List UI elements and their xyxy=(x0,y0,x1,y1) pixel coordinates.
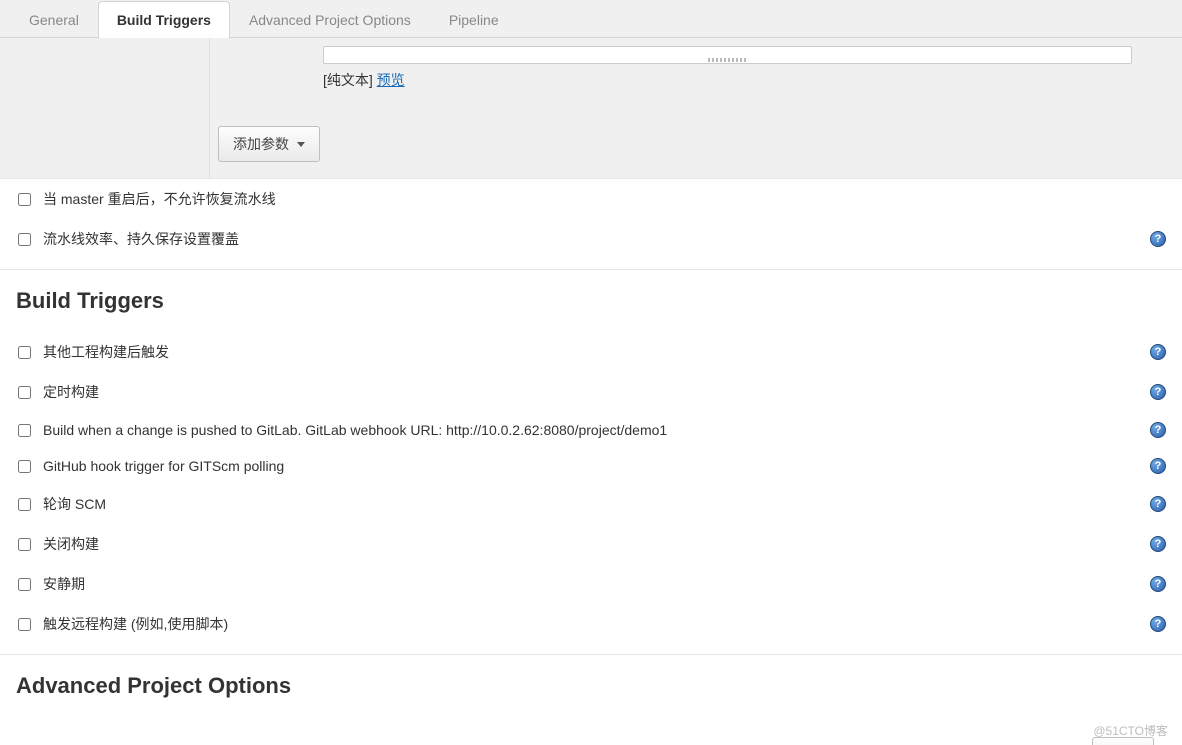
help-icon[interactable]: ? xyxy=(1150,422,1166,438)
option-label: 触发远程构建 (例如,使用脚本) xyxy=(43,614,1138,634)
parameter-description-textarea[interactable] xyxy=(323,46,1132,64)
parameter-panel-sidebar xyxy=(0,38,210,178)
trigger-disable-build: 关闭构建 ? xyxy=(16,524,1166,564)
option-durability-override: 流水线效率、持久保存设置覆盖 ? xyxy=(16,219,1166,259)
section-title-build-triggers: Build Triggers xyxy=(16,270,1166,332)
trigger-after-other-projects: 其他工程构建后触发 ? xyxy=(16,332,1166,372)
tab-general[interactable]: General xyxy=(10,1,98,38)
checkbox-disable-build[interactable] xyxy=(18,538,31,551)
help-icon[interactable]: ? xyxy=(1150,458,1166,474)
caret-down-icon xyxy=(297,142,305,147)
section-title-advanced-project-options: Advanced Project Options xyxy=(16,655,1166,717)
option-label: 流水线效率、持久保存设置覆盖 xyxy=(43,229,1138,249)
help-icon[interactable]: ? xyxy=(1150,384,1166,400)
option-label: GitHub hook trigger for GITScm polling xyxy=(43,458,1138,474)
trigger-github-hook: GitHub hook trigger for GITScm polling ? xyxy=(16,448,1166,484)
advanced-button[interactable]: 高级... xyxy=(1092,737,1154,745)
checkbox-poll-scm[interactable] xyxy=(18,498,31,511)
trigger-gitlab-push: Build when a change is pushed to GitLab.… xyxy=(16,412,1166,448)
config-tabbar: General Build Triggers Advanced Project … xyxy=(0,0,1182,38)
trigger-remote: 触发远程构建 (例如,使用脚本) ? xyxy=(16,604,1166,644)
option-label: 关闭构建 xyxy=(43,534,1138,554)
help-icon[interactable]: ? xyxy=(1150,616,1166,632)
checkbox-no-resume-after-restart[interactable] xyxy=(18,193,31,206)
checkbox-durability-override[interactable] xyxy=(18,233,31,246)
add-parameter-button[interactable]: 添加参数 xyxy=(218,126,320,162)
help-icon[interactable]: ? xyxy=(1150,344,1166,360)
checkbox-remote-trigger[interactable] xyxy=(18,618,31,631)
trigger-quiet-period: 安静期 ? xyxy=(16,564,1166,604)
plain-text-label: [纯文本] xyxy=(323,72,373,88)
help-icon[interactable]: ? xyxy=(1150,576,1166,592)
help-icon[interactable]: ? xyxy=(1150,536,1166,552)
checkbox-github-hook[interactable] xyxy=(18,460,31,473)
option-label: 轮询 SCM xyxy=(43,494,1138,514)
trigger-timed-build: 定时构建 ? xyxy=(16,372,1166,412)
tab-advanced-project-options[interactable]: Advanced Project Options xyxy=(230,1,430,38)
help-icon[interactable]: ? xyxy=(1150,231,1166,247)
textarea-resize-grip-icon[interactable] xyxy=(708,58,748,62)
help-icon[interactable]: ? xyxy=(1150,496,1166,512)
add-parameter-button-label: 添加参数 xyxy=(233,134,289,154)
checkbox-after-other-projects[interactable] xyxy=(18,346,31,359)
checkbox-quiet-period[interactable] xyxy=(18,578,31,591)
option-label: 当 master 重启后，不允许恢复流水线 xyxy=(43,189,1138,209)
parameter-panel: [纯文本] 预览 添加参数 xyxy=(0,38,1182,179)
trigger-poll-scm: 轮询 SCM ? xyxy=(16,484,1166,524)
option-label: Build when a change is pushed to GitLab.… xyxy=(43,422,1138,438)
option-no-resume-after-restart: 当 master 重启后，不允许恢复流水线 xyxy=(16,179,1166,219)
tab-pipeline[interactable]: Pipeline xyxy=(430,1,518,38)
checkbox-timed-build[interactable] xyxy=(18,386,31,399)
option-label: 定时构建 xyxy=(43,382,1138,402)
option-label: 安静期 xyxy=(43,574,1138,594)
preview-link[interactable]: 预览 xyxy=(377,72,405,88)
tab-build-triggers[interactable]: Build Triggers xyxy=(98,1,230,38)
option-label: 其他工程构建后触发 xyxy=(43,342,1138,362)
checkbox-gitlab-push[interactable] xyxy=(18,424,31,437)
